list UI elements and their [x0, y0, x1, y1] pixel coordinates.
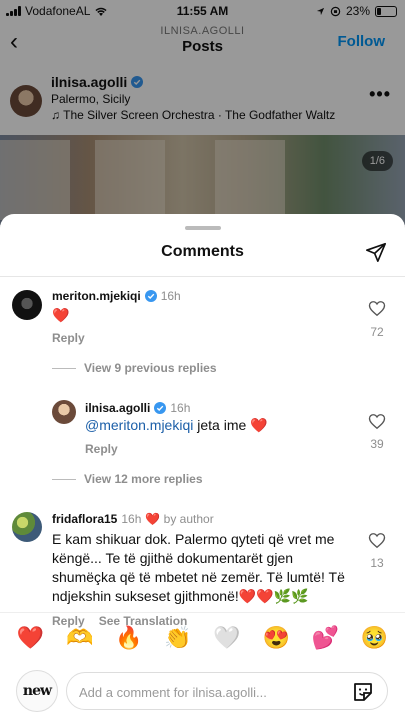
comment-body: jeta ime ❤️ [193, 417, 268, 433]
emoji-heart-eyes[interactable]: 😍 [260, 625, 292, 651]
emoji-heart-hands[interactable]: 🫶 [64, 625, 96, 651]
comment-header: meriton.mjekiqi 16h [52, 289, 181, 303]
like-count: 13 [370, 556, 384, 570]
heart-outline-icon[interactable] [367, 300, 387, 322]
comment-header: ilnisa.agolli 16h [85, 401, 190, 415]
verified-badge-icon [144, 290, 157, 302]
comment-text: @meriton.mjekiqi jeta ime ❤️ [85, 416, 268, 435]
sheet-grabber[interactable] [185, 226, 221, 230]
reply-button[interactable]: Reply [85, 442, 118, 456]
emoji-reaction-bar: ❤️ 🫶 🔥 👏 🤍 😍 💕 🥹 [0, 612, 405, 662]
comment-header: fridaflora15 16h ❤️ by author [52, 512, 214, 526]
commenter-username[interactable]: meriton.mjekiqi [52, 289, 141, 303]
sheet-title: Comments [161, 243, 244, 260]
view-replies-label[interactable]: View 12 more replies [84, 472, 203, 486]
comment-time: 16h [170, 401, 191, 415]
commenter-username[interactable]: fridaflora15 [52, 512, 117, 526]
mention-link[interactable]: @meriton.mjekiqi [85, 417, 193, 433]
like-count: 39 [370, 437, 384, 451]
heart-outline-icon[interactable] [367, 413, 387, 435]
liked-by-author: ❤️ by author [145, 512, 214, 526]
emoji-fire[interactable]: 🔥 [113, 625, 145, 651]
heart-outline-icon[interactable] [367, 532, 387, 554]
comment-time: 16h [160, 289, 181, 303]
commenter-username[interactable]: ilnisa.agolli [85, 401, 150, 415]
sticker-icon[interactable] [351, 680, 375, 704]
reply-button[interactable]: Reply [52, 331, 85, 345]
comments-sheet: Comments meriton.mjekiqi 16h ❤️ Reply 72… [0, 214, 405, 720]
comment-text: E kam shikuar dok. Palermo qyteti që vre… [52, 531, 345, 604]
current-user-avatar[interactable]: new [16, 670, 58, 712]
comment-text: ❤️ [52, 307, 70, 323]
comment-actions: Reply [85, 442, 118, 456]
emoji-holding-tears[interactable]: 🥹 [358, 625, 390, 651]
emoji-two-hearts[interactable]: 💕 [309, 625, 341, 651]
comment-composer: new [0, 664, 405, 720]
comment-time: 16h [121, 512, 142, 526]
replies-line [52, 367, 76, 369]
commenter-avatar[interactable] [52, 400, 76, 424]
emoji-white-heart[interactable]: 🤍 [211, 625, 243, 651]
view-replies-label[interactable]: View 9 previous replies [84, 361, 217, 375]
verified-badge-icon [154, 402, 167, 414]
divider [0, 276, 405, 277]
commenter-avatar[interactable] [12, 512, 42, 542]
like-count: 72 [370, 325, 384, 339]
send-icon[interactable] [365, 241, 387, 263]
comment-actions: Reply [52, 331, 85, 345]
comment-input[interactable] [79, 681, 329, 703]
view-replies-button[interactable]: View 12 more replies [52, 472, 203, 486]
emoji-clapping[interactable]: 👏 [162, 625, 194, 651]
comment-input-box[interactable] [66, 672, 388, 710]
commenter-avatar[interactable] [12, 290, 42, 320]
emoji-red-heart[interactable]: ❤️ [15, 625, 47, 651]
replies-line [52, 478, 76, 480]
view-replies-button[interactable]: View 9 previous replies [52, 361, 217, 375]
